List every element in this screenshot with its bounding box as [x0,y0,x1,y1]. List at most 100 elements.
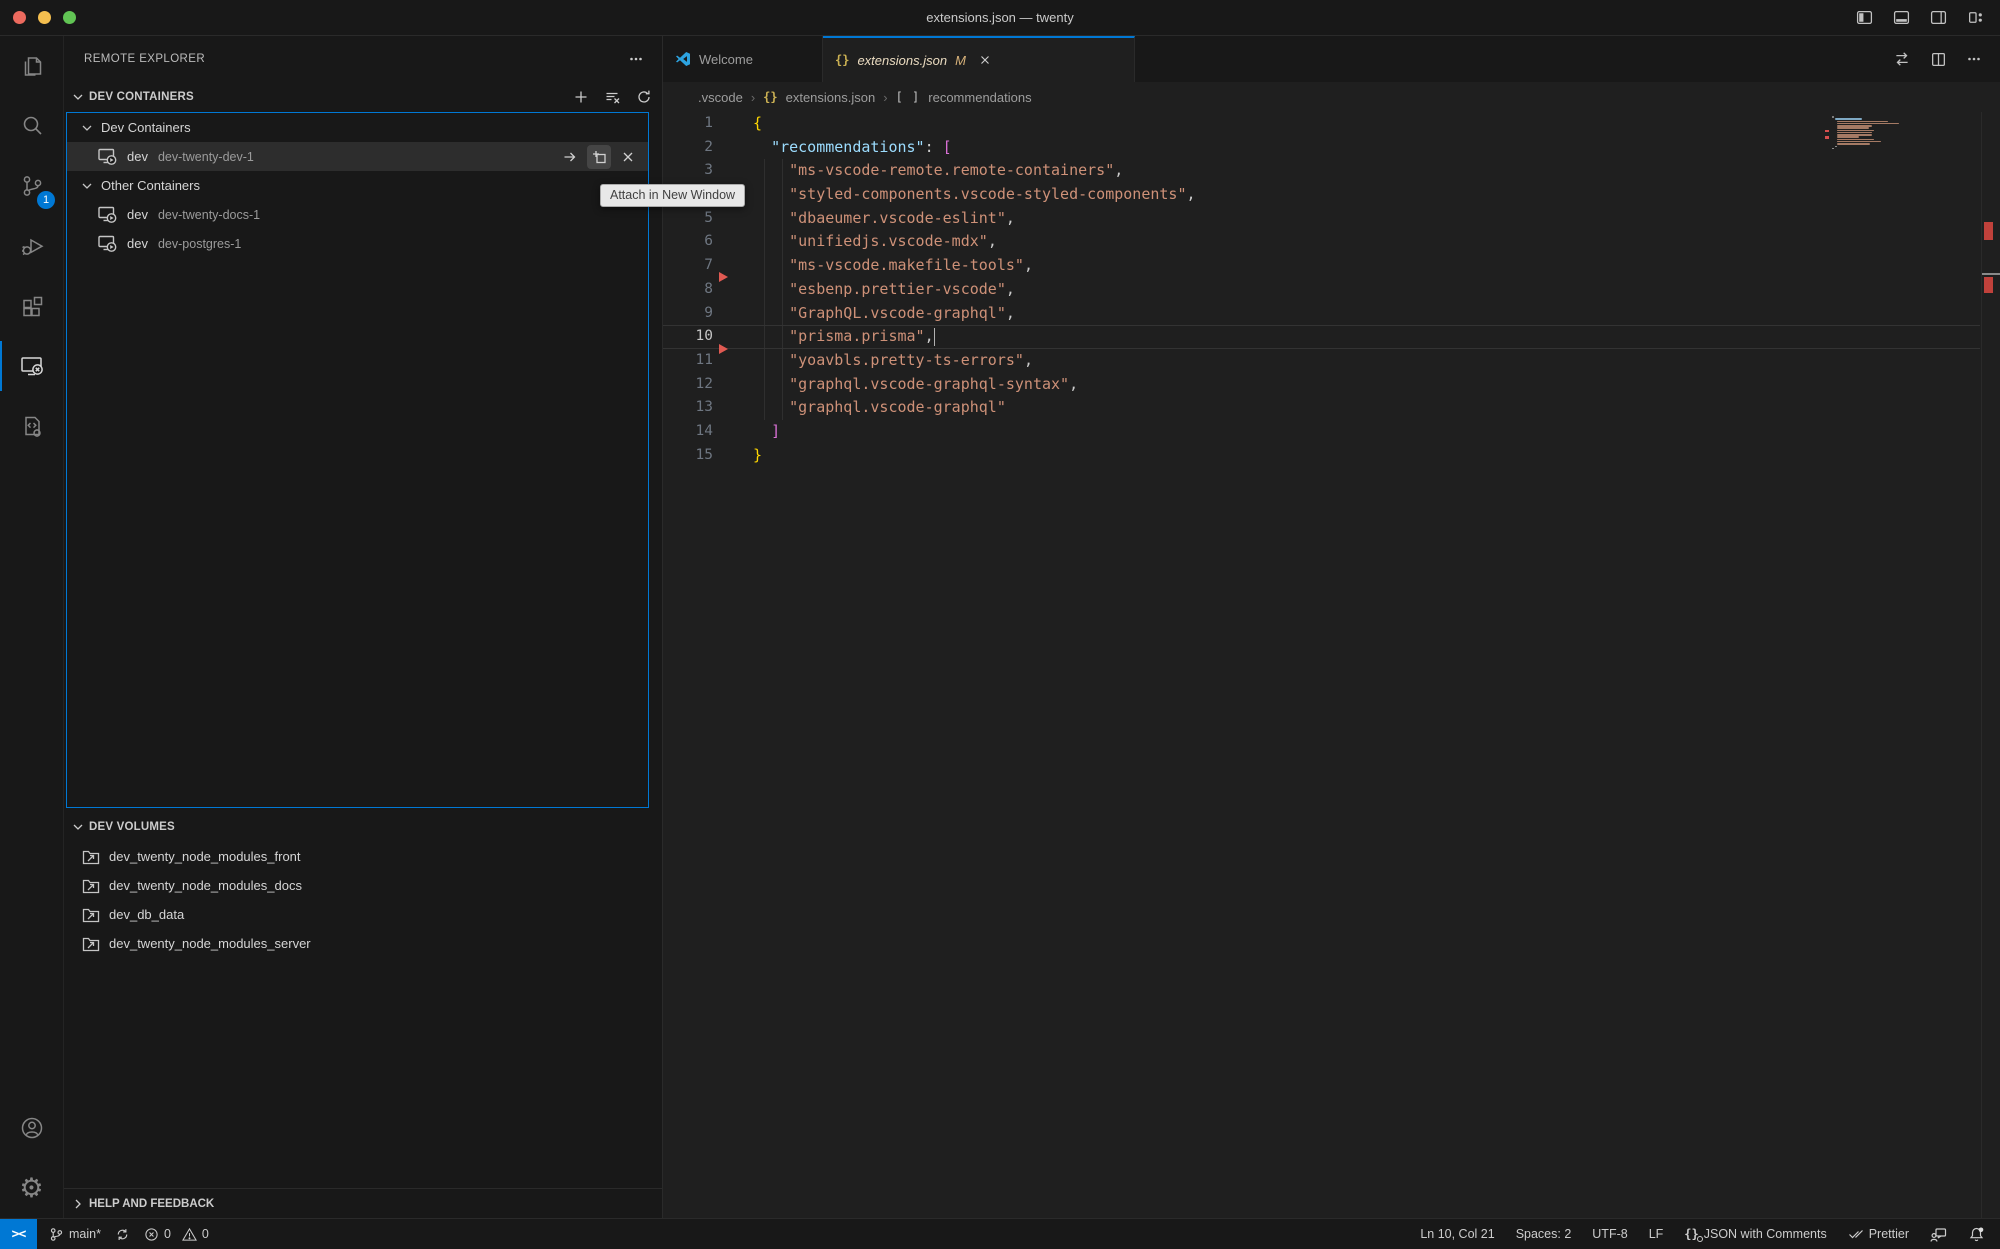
minimap-red-marker [1825,136,1829,138]
container-config-icon [18,412,46,440]
toggle-secondary-sidebar-icon[interactable] [1930,9,1947,26]
window-title: extensions.json — twenty [0,10,2000,25]
overview-ruler[interactable] [1981,112,2000,1218]
branch-name: main* [69,1227,101,1241]
code-line[interactable]: 15} [663,444,2000,468]
attach-in-new-window-icon[interactable] [587,145,611,169]
activity-item-explorer[interactable] [0,36,63,96]
feedback-icon[interactable] [1930,1226,1947,1243]
chevron-down-icon [70,819,86,835]
split-editor-icon[interactable] [1930,51,1947,68]
language-mode-item[interactable]: {} JSON with Comments [1684,1227,1826,1241]
git-branch-item[interactable]: main* [49,1227,101,1242]
code-line[interactable]: 6 "unifiedjs.vscode-mdx", [663,230,2000,254]
remote-indicator[interactable]: >< [0,1219,37,1249]
clear-filter-icon[interactable] [604,89,621,106]
traffic-lights [0,11,76,24]
code-line[interactable]: 3 "ms-vscode-remote.remote-containers", [663,159,2000,183]
code-line[interactable]: 11 "yoavbls.pretty-ts-errors", [663,349,2000,373]
help-and-feedback-header[interactable]: HELP AND FEEDBACK [64,1188,662,1218]
attach-in-current-window-icon[interactable] [558,145,582,169]
search-icon [18,112,46,140]
breadcrumb-folder[interactable]: .vscode [698,90,743,105]
sync-changes-item[interactable] [115,1227,130,1242]
dev-containers-tree: Dev Containersdevdev-twenty-dev-1 Other C… [66,112,649,808]
stop-container-icon[interactable] [616,145,640,169]
code-line[interactable]: 12 "graphql.vscode-graphql-syntax", [663,373,2000,397]
formatter-item[interactable]: Prettier [1848,1226,1909,1242]
code-line[interactable]: 1{ [663,112,2000,136]
line-number: 14 [663,420,713,444]
line-number: 11 [663,349,713,373]
close-window-button[interactable] [13,11,26,24]
code-line[interactable]: 8 "esbenp.prettier-vscode", [663,278,2000,302]
code-line[interactable]: 10 "prisma.prisma", [663,325,2000,349]
breadcrumb-file[interactable]: extensions.json [786,90,876,105]
chevron-down-icon [79,120,95,136]
sidebar-more-actions-icon[interactable] [628,51,644,67]
code-line[interactable]: 14 ] [663,420,2000,444]
activity-item-account[interactable] [0,1098,63,1158]
container-row[interactable]: devdev-twenty-dev-1 [67,142,648,171]
tree-group-row[interactable]: Dev Containers [67,113,648,142]
group-label: Other Containers [101,178,200,193]
dev-containers-section-label: DEV CONTAINERS [89,91,194,103]
activity-item-search[interactable] [0,96,63,156]
breadcrumb-symbol[interactable]: recommendations [928,90,1031,105]
refresh-icon[interactable] [636,89,652,105]
dev-volumes-list: dev_twenty_node_modules_front dev_twenty_… [64,842,662,958]
activity-item-container-tools[interactable] [0,396,63,456]
toggle-panel-icon[interactable] [1893,9,1910,26]
line-number: 7 [663,254,713,278]
open-changes-icon[interactable] [1893,50,1911,68]
container-id: dev-twenty-dev-1 [158,150,254,164]
tab-extensions-json[interactable]: {} extensions.json M [823,36,1135,82]
volume-row[interactable]: dev_twenty_node_modules_docs [64,871,662,900]
code-line[interactable]: 7 "ms-vscode.makefile-tools", [663,254,2000,278]
language-status-icon: {} [1684,1227,1698,1241]
code-line[interactable]: 13 "graphql.vscode-graphql" [663,396,2000,420]
minimize-window-button[interactable] [38,11,51,24]
volume-row[interactable]: dev_db_data [64,900,662,929]
activity-item-settings[interactable]: ⚙ [0,1158,63,1218]
dev-containers-section-header[interactable]: DEV CONTAINERS [64,82,662,112]
volume-name: dev_db_data [109,907,184,922]
activity-item-run-debug[interactable] [0,216,63,276]
red-marker-arrow [719,272,728,282]
line-number: 6 [663,230,713,254]
new-dev-container-icon[interactable] [573,89,589,105]
volume-row[interactable]: dev_twenty_node_modules_server [64,929,662,958]
activity-item-extensions[interactable] [0,276,63,336]
line-number: 1 [663,112,713,136]
more-actions-icon[interactable] [1966,51,1982,67]
eol-item[interactable]: LF [1649,1227,1664,1241]
editor-group: Welcome {} extensions.json M .vscode › {… [663,36,2000,1218]
code-line[interactable]: 2 "recommendations": [ [663,136,2000,160]
indentation-item[interactable]: Spaces: 2 [1516,1227,1572,1241]
zoom-window-button[interactable] [63,11,76,24]
activity-item-remote-explorer[interactable] [0,336,63,396]
tree-group-row[interactable]: Other Containers [67,171,648,200]
code-line[interactable]: 4 "styled-components.vscode-styled-compo… [663,183,2000,207]
help-and-feedback-label: HELP AND FEEDBACK [89,1198,214,1210]
code-editor[interactable]: 1{2 "recommendations": [3 "ms-vscode-rem… [663,112,2000,1218]
container-row[interactable]: devdev-postgres-1 [67,229,648,258]
cursor-position-item[interactable]: Ln 10, Col 21 [1420,1227,1494,1241]
container-row[interactable]: devdev-twenty-docs-1 [67,200,648,229]
toggle-primary-sidebar-icon[interactable] [1856,9,1873,26]
volume-row[interactable]: dev_twenty_node_modules_front [64,842,662,871]
encoding-item[interactable]: UTF-8 [1592,1227,1627,1241]
close-tab-icon[interactable] [978,53,992,67]
code-line[interactable]: 5 "dbaeumer.vscode-eslint", [663,207,2000,231]
tab-welcome[interactable]: Welcome [663,36,823,82]
dev-volumes-section-header[interactable]: DEV VOLUMES [64,812,662,842]
overview-marker-red [1984,277,1993,293]
notifications-bell-icon[interactable] [1968,1226,1985,1243]
minimap[interactable] [1825,114,1920,184]
customize-layout-icon[interactable] [1967,9,1984,26]
code-line[interactable]: 9 "GraphQL.vscode-graphql", [663,302,2000,326]
remote-icon: >< [12,1227,26,1242]
activity-item-source-control[interactable]: 1 [0,156,63,216]
problems-item[interactable]: 0 0 [144,1227,209,1242]
volume-name: dev_twenty_node_modules_front [109,849,301,864]
